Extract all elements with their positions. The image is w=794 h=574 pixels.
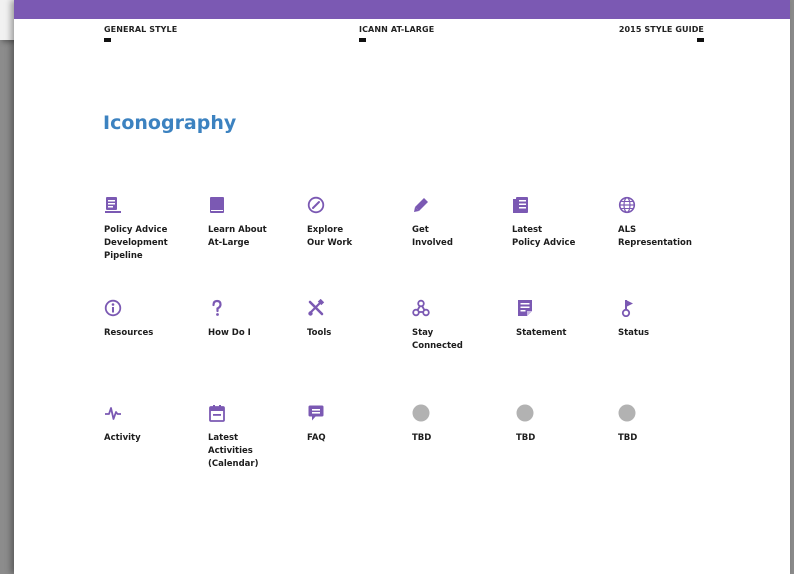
icon-label: Learn About At-Large xyxy=(208,225,267,248)
icon-item-how-do-i: How Do I xyxy=(208,299,308,340)
globe-icon xyxy=(618,196,636,214)
style-guide-page: GENERAL STYLE ICANN AT-LARGE 2015 STYLE … xyxy=(14,0,790,574)
share-icon xyxy=(412,299,430,317)
header-center: ICANN AT-LARGE xyxy=(359,25,434,42)
icon-label: Policy Advice Development Pipeline xyxy=(104,225,168,261)
icon-item-policy-pipeline: Policy Advice Development Pipeline xyxy=(104,196,204,263)
icon-item-tools: Tools xyxy=(307,299,407,340)
question-icon xyxy=(212,299,222,316)
header-center-marker xyxy=(359,38,366,42)
calendar-icon xyxy=(209,405,225,422)
document-icon xyxy=(513,197,528,213)
icon-label: Tools xyxy=(307,328,332,338)
icon-item-tbd-1: TBD xyxy=(412,404,512,445)
icon-item-faq: FAQ xyxy=(307,404,407,445)
icon-label: TBD xyxy=(618,433,638,443)
statement-icon xyxy=(518,300,532,316)
icon-label: How Do I xyxy=(208,328,251,338)
icon-label: Stay Connected xyxy=(412,328,463,351)
icon-item-get-involved: Get Involved xyxy=(412,196,512,250)
icon-label: Statement xyxy=(516,328,567,338)
header-left-marker xyxy=(104,38,111,42)
page-title: Iconography xyxy=(103,112,237,134)
compass-icon xyxy=(307,196,325,214)
icon-label: Status xyxy=(618,328,650,338)
pencil-icon xyxy=(414,198,428,212)
header-right-marker xyxy=(697,38,704,42)
placeholder-icon xyxy=(618,404,636,422)
icon-label: Get Involved xyxy=(412,225,453,248)
icon-label: Resources xyxy=(104,328,154,338)
icon-label: Latest Activities (Calendar) xyxy=(208,433,259,469)
book-icon xyxy=(210,197,224,213)
header-left-text: GENERAL STYLE xyxy=(104,25,178,34)
icon-item-calendar: Latest Activities (Calendar) xyxy=(208,404,308,471)
icon-label: FAQ xyxy=(307,433,326,443)
icon-item-activity: Activity xyxy=(104,404,204,445)
icon-item-stay-connected: Stay Connected xyxy=(412,299,512,353)
icon-label: TBD xyxy=(412,433,432,443)
policy-pipeline-icon xyxy=(105,197,121,213)
icon-label: TBD xyxy=(516,433,536,443)
icon-label: Explore Our Work xyxy=(307,225,353,248)
icon-item-tbd-3: TBD xyxy=(618,404,718,445)
placeholder-icon xyxy=(516,404,534,422)
icon-item-resources: Resources xyxy=(104,299,204,340)
icon-item-statement: Statement xyxy=(516,299,616,340)
header-right: 2015 STYLE GUIDE xyxy=(619,25,704,42)
status-icon xyxy=(621,300,633,317)
tools-icon xyxy=(308,299,325,316)
header-center-text: ICANN AT-LARGE xyxy=(359,25,435,34)
icon-label: ALS Representation xyxy=(618,225,692,248)
placeholder-icon xyxy=(412,404,430,422)
icon-item-tbd-2: TBD xyxy=(516,404,616,445)
icon-item-als: ALS Representation xyxy=(618,196,718,250)
icon-label: Latest Policy Advice xyxy=(512,225,576,248)
info-icon xyxy=(104,299,122,317)
icon-item-latest-policy: Latest Policy Advice xyxy=(512,196,612,250)
header-right-text: 2015 STYLE GUIDE xyxy=(618,25,704,34)
faq-icon xyxy=(308,405,324,421)
icon-item-learn: Learn About At-Large xyxy=(208,196,308,250)
top-accent-bar xyxy=(14,0,790,19)
header-left: GENERAL STYLE xyxy=(104,25,177,42)
icon-item-status: Status xyxy=(618,299,718,340)
icon-item-explore: Explore Our Work xyxy=(307,196,407,250)
activity-icon xyxy=(105,407,121,420)
icon-label: Activity xyxy=(104,433,141,443)
